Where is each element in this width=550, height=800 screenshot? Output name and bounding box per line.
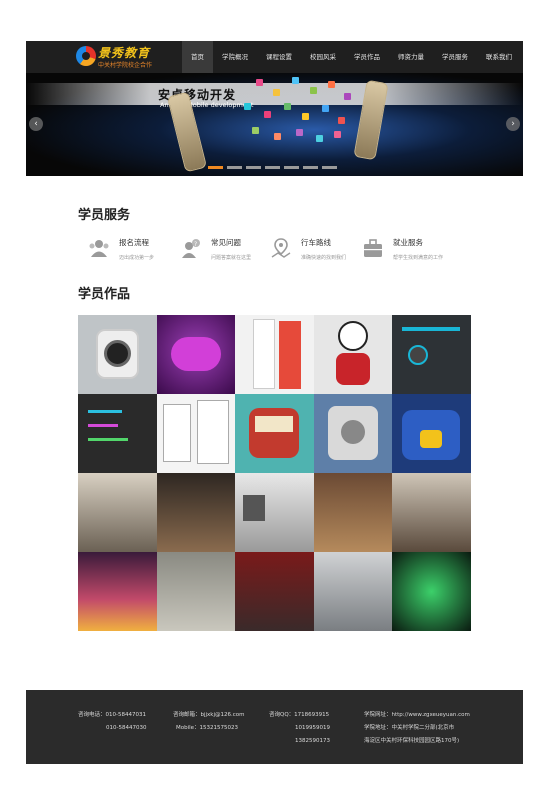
footer-email-label[interactable]: 咨询邮箱：bjjxkj@126.com [173, 709, 245, 722]
app-cube-icon [264, 111, 271, 118]
app-cube-icon [292, 77, 299, 84]
map-route-icon [271, 238, 291, 258]
app-cube-icon [296, 129, 303, 136]
work-green-machine[interactable] [392, 552, 471, 631]
footer-phone-label: 咨询电话：010-58447031 [78, 712, 146, 718]
hero-banner[interactable]: 安卓移动开发 Android Mobile development ‹ › [26, 73, 523, 176]
work-office-interior[interactable] [235, 473, 314, 552]
app-cube-icon [338, 117, 345, 124]
work-mobile-ui[interactable] [235, 315, 314, 394]
nav-works[interactable]: 学员作品 [345, 41, 389, 73]
nav-teachers[interactable]: 师资力量 [389, 41, 433, 73]
work-bag-icon[interactable] [392, 394, 471, 473]
work-bus-icon[interactable] [235, 394, 314, 473]
logo-mark-icon [76, 46, 96, 66]
service-title: 常见问题 [211, 238, 241, 247]
work-mech-model[interactable] [313, 552, 393, 631]
work-lobby-interior[interactable] [156, 473, 236, 552]
nav-courses[interactable]: 课程设置 [257, 41, 301, 73]
nav-home[interactable]: 首页 [182, 41, 213, 73]
work-robot-model[interactable] [156, 552, 236, 631]
footer-phone: 咨询电话：010-58447031 010-58447030 [78, 709, 146, 735]
work-food-app-ui[interactable] [156, 394, 236, 473]
logo-subtitle: 中关村学院校企合作 [98, 62, 153, 69]
work-bedroom-interior[interactable] [392, 473, 471, 552]
help-user-icon: ? [182, 239, 200, 258]
work-slider-ui[interactable] [78, 394, 157, 473]
site-logo[interactable]: 景秀教育 中关村学院校企合作 [76, 44, 176, 70]
app-cube-icon [284, 103, 291, 110]
footer-address: 学院地址：中关村学院二分部(北京市 [364, 725, 455, 731]
work-library-interior[interactable] [78, 473, 157, 552]
footer-qq: 咨询QQ：1718693915 1019959019 1382590173 [269, 709, 330, 748]
footer-email: 咨询邮箱：bjjxkj@126.com Mobile：15321575023 [173, 709, 245, 735]
service-desc: 迈出成功第一步 [119, 255, 155, 261]
main-nav: 首页 学院概况 课程设置 校园风采 学员作品 师资力量 学员服务 联系我们 [182, 41, 521, 73]
work-fantasy-city[interactable] [78, 552, 157, 631]
footer-qq-2: 1019959019 [295, 725, 330, 731]
service-title: 行车路线 [301, 238, 331, 247]
briefcase-icon [364, 239, 382, 257]
footer-address-2: 海淀区中关村环保科技园园区路170号) [364, 738, 460, 744]
work-penguin-character[interactable] [313, 315, 393, 394]
nav-campus[interactable]: 校园风采 [301, 41, 345, 73]
footer-site: 学院网址：http://www.zgxeueyuan.com 学院地址：中关村学… [364, 709, 470, 748]
banner-dot-7[interactable] [322, 166, 337, 169]
users-icon [89, 240, 109, 257]
service-desc: 帮学生找到满意的工作 [393, 255, 444, 261]
logo-title: 景秀教育 [98, 46, 151, 60]
app-cube-icon [328, 81, 335, 88]
service-desc: 准确快速的找到我们 [301, 255, 347, 261]
app-cube-icon [322, 105, 329, 112]
banner-pagination [208, 166, 337, 169]
app-cube-icon [316, 135, 323, 142]
service-desc: 问题答案就在这里 [211, 255, 252, 261]
footer-mobile: Mobile：15321575023 [176, 725, 239, 731]
nav-contact[interactable]: 联系我们 [477, 41, 521, 73]
footer-qq-label: 咨询QQ：1718693915 [269, 712, 330, 718]
banner-next-button[interactable]: › [506, 117, 520, 131]
app-cube-icon [252, 127, 259, 134]
banner-dot-2[interactable] [227, 166, 242, 169]
app-cube-icon [344, 93, 351, 100]
services-list: 报名流程 迈出成功第一步 ? 常见问题 问题答案就在这里 行车路线 准确快速的找… [88, 234, 488, 266]
service-title: 报名流程 [119, 238, 149, 247]
app-cube-icon [334, 131, 341, 138]
work-safe-icon[interactable] [313, 394, 393, 473]
nav-services[interactable]: 学员服务 [433, 41, 477, 73]
nav-about[interactable]: 学院概况 [213, 41, 257, 73]
work-red-landscape[interactable] [235, 552, 314, 631]
banner-dot-6[interactable] [303, 166, 318, 169]
banner-dot-5[interactable] [284, 166, 299, 169]
service-title: 就业服务 [393, 238, 423, 247]
services-title: 学员服务 [78, 208, 131, 223]
work-camera-app-icon[interactable] [78, 315, 157, 394]
work-purple-monster-icon[interactable] [156, 315, 236, 394]
footer-site-label[interactable]: 学院网址：http://www.zgxeueyuan.com [364, 709, 470, 722]
work-restaurant-interior[interactable] [313, 473, 393, 552]
app-cube-icon [310, 87, 317, 94]
app-cube-icon [244, 103, 251, 110]
work-dark-ui-kit[interactable] [392, 315, 471, 394]
banner-dot-1[interactable] [208, 166, 223, 169]
app-cube-icon [274, 133, 281, 140]
banner-prev-button[interactable]: ‹ [29, 117, 43, 131]
app-cube-icon [273, 89, 280, 96]
svg-text:?: ? [194, 241, 197, 248]
site-header: 景秀教育 中关村学院校企合作 首页 学院概况 课程设置 校园风采 学员作品 师资… [26, 41, 523, 73]
banner-dot-4[interactable] [265, 166, 280, 169]
footer-phone-2: 010-58447030 [106, 725, 147, 731]
works-gallery [78, 315, 471, 631]
works-title: 学员作品 [78, 287, 131, 302]
banner-dot-3[interactable] [246, 166, 261, 169]
app-cube-icon [302, 113, 309, 120]
site-footer: 咨询电话：010-58447031 010-58447030 咨询邮箱：bjjx… [26, 690, 523, 764]
footer-qq-3: 1382590173 [295, 738, 330, 744]
app-cube-icon [256, 79, 263, 86]
